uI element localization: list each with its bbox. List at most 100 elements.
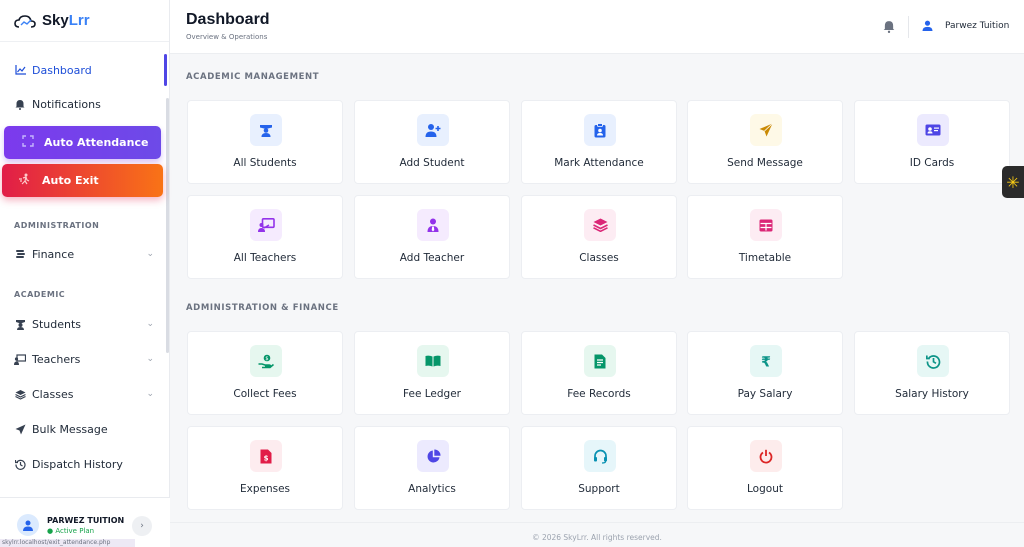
svg-text:$: $ (265, 356, 268, 362)
bell-icon[interactable] (883, 20, 895, 36)
book-open-icon (417, 345, 449, 377)
brand-name-part2: Lrr (68, 12, 90, 29)
card-label: Fee Ledger (403, 388, 461, 400)
section-label-academic: ACADEMIC (14, 290, 66, 299)
card-add-student[interactable]: Add Student (354, 100, 510, 184)
card-support[interactable]: Support (521, 426, 677, 510)
sidebar-item-dashboard[interactable]: Dashboard (14, 60, 154, 80)
card-mark-attendance[interactable]: Mark Attendance (521, 100, 677, 184)
card-expenses[interactable]: $ Expenses (187, 426, 343, 510)
card-timetable[interactable]: Timetable (687, 195, 843, 279)
chevron-down-icon: ⌄ (146, 389, 154, 399)
chalkboard-teacher-icon (14, 353, 26, 365)
chevron-down-icon: ⌄ (146, 319, 154, 329)
user-icon[interactable] (922, 20, 933, 34)
sidebar-item-classes[interactable]: Classes ⌄ (14, 384, 154, 404)
sidebar-item-teachers[interactable]: Teachers ⌄ (14, 349, 154, 369)
running-person-icon (18, 173, 32, 188)
sidebar-item-label: Finance (32, 247, 75, 261)
browser-status-url: skylrr.localhost/exit_attendance.php (0, 539, 135, 547)
paper-plane-icon (750, 114, 782, 146)
card-label: All Teachers (233, 252, 297, 264)
sidebar-item-students[interactable]: Students ⌄ (14, 314, 154, 334)
sidebar-item-label: Students (32, 317, 82, 331)
section-label-administration: ADMINISTRATION (14, 221, 100, 230)
sidebar-item-bulk-message[interactable]: Bulk Message (14, 419, 154, 439)
sidebar-active-indicator (164, 54, 167, 86)
sidebar-item-dispatch-history[interactable]: Dispatch History (14, 454, 154, 474)
table-icon (750, 209, 782, 241)
card-id-cards[interactable]: ID Cards (854, 100, 1010, 184)
card-label: Analytics (408, 483, 456, 495)
sidebar-item-label: Dispatch History (32, 457, 123, 471)
top-header: Dashboard Overview & Operations Parwez T… (170, 0, 1024, 54)
scan-frame-icon (22, 135, 34, 150)
section-heading-academic: ACADEMIC MANAGEMENT (186, 72, 320, 82)
header-user-name[interactable]: Parwez Tuition (945, 21, 1009, 31)
history-icon (14, 458, 26, 470)
brand-name: SkyLrr (42, 12, 90, 29)
brand-name-part1: Sky (42, 12, 69, 29)
header-divider (908, 16, 909, 38)
card-classes[interactable]: Classes (521, 195, 677, 279)
card-label: Add Teacher (399, 252, 465, 264)
auto-attendance-button[interactable]: Auto Attendance (4, 126, 161, 159)
card-all-teachers[interactable]: All Teachers (187, 195, 343, 279)
file-invoice-icon (584, 345, 616, 377)
sidebar-item-label: Bulk Message (32, 422, 108, 436)
card-label: ID Cards (909, 157, 955, 169)
plan-status: ● Active Plan (47, 527, 95, 535)
card-pay-salary[interactable]: ₹ Pay Salary (687, 331, 843, 415)
brand[interactable]: SkyLrr (0, 0, 169, 42)
paper-plane-icon (14, 423, 26, 435)
card-label: Logout (747, 483, 783, 495)
page-subtitle: Overview & Operations (186, 33, 268, 41)
card-fee-ledger[interactable]: Fee Ledger (354, 331, 510, 415)
card-label: Mark Attendance (554, 157, 644, 169)
id-card-icon (917, 114, 949, 146)
section-heading-admin: ADMINISTRATION & FINANCE (186, 303, 339, 313)
user-plus-icon (417, 114, 449, 146)
auto-exit-button[interactable]: Auto Exit (2, 164, 163, 197)
card-logout[interactable]: Logout (687, 426, 843, 510)
chevron-right-icon[interactable]: › (132, 516, 152, 536)
card-add-teacher[interactable]: Add Teacher (354, 195, 510, 279)
power-icon (750, 440, 782, 472)
card-label: Expenses (239, 483, 291, 495)
layers-icon (584, 209, 616, 241)
sidebar-item-finance[interactable]: Finance ⌄ (14, 244, 154, 264)
sparkle-widget-icon[interactable]: ✳ (1002, 166, 1024, 198)
rupee-icon: ₹ (750, 345, 782, 377)
svg-text:$: $ (264, 454, 269, 462)
card-label: Fee Records (567, 388, 631, 400)
svg-text:₹: ₹ (761, 354, 771, 369)
card-salary-history[interactable]: Salary History (854, 331, 1010, 415)
graduate-icon (250, 114, 282, 146)
hand-coin-icon: $ (250, 345, 282, 377)
sidebar-item-label: Classes (32, 387, 74, 401)
coins-icon (14, 248, 26, 260)
card-collect-fees[interactable]: $ Collect Fees (187, 331, 343, 415)
sidebar-item-label: Teachers (32, 352, 81, 366)
card-label: Support (578, 483, 620, 495)
card-fee-records[interactable]: Fee Records (521, 331, 677, 415)
card-label: Classes (579, 252, 619, 264)
chart-line-icon (14, 64, 26, 76)
sidebar-scrollbar[interactable] (166, 98, 169, 353)
footer: © 2026 SkyLrr. All rights reserved. (170, 522, 1024, 547)
card-label: Timetable (738, 252, 792, 264)
auto-attendance-label: Auto Attendance (44, 136, 149, 149)
card-label: Add Student (399, 157, 465, 169)
card-all-students[interactable]: All Students (187, 100, 343, 184)
card-label: Pay Salary (737, 388, 793, 400)
receipt-dollar-icon: $ (250, 440, 282, 472)
card-analytics[interactable]: Analytics (354, 426, 510, 510)
avatar[interactable] (17, 514, 39, 536)
layers-icon (14, 388, 26, 400)
graduate-icon (14, 318, 26, 330)
user-name: PARWEZ TUITION (47, 516, 125, 525)
card-send-message[interactable]: Send Message (687, 100, 843, 184)
headset-icon (584, 440, 616, 472)
sidebar-item-notifications[interactable]: Notifications (14, 94, 154, 114)
card-label: Collect Fees (233, 388, 297, 400)
